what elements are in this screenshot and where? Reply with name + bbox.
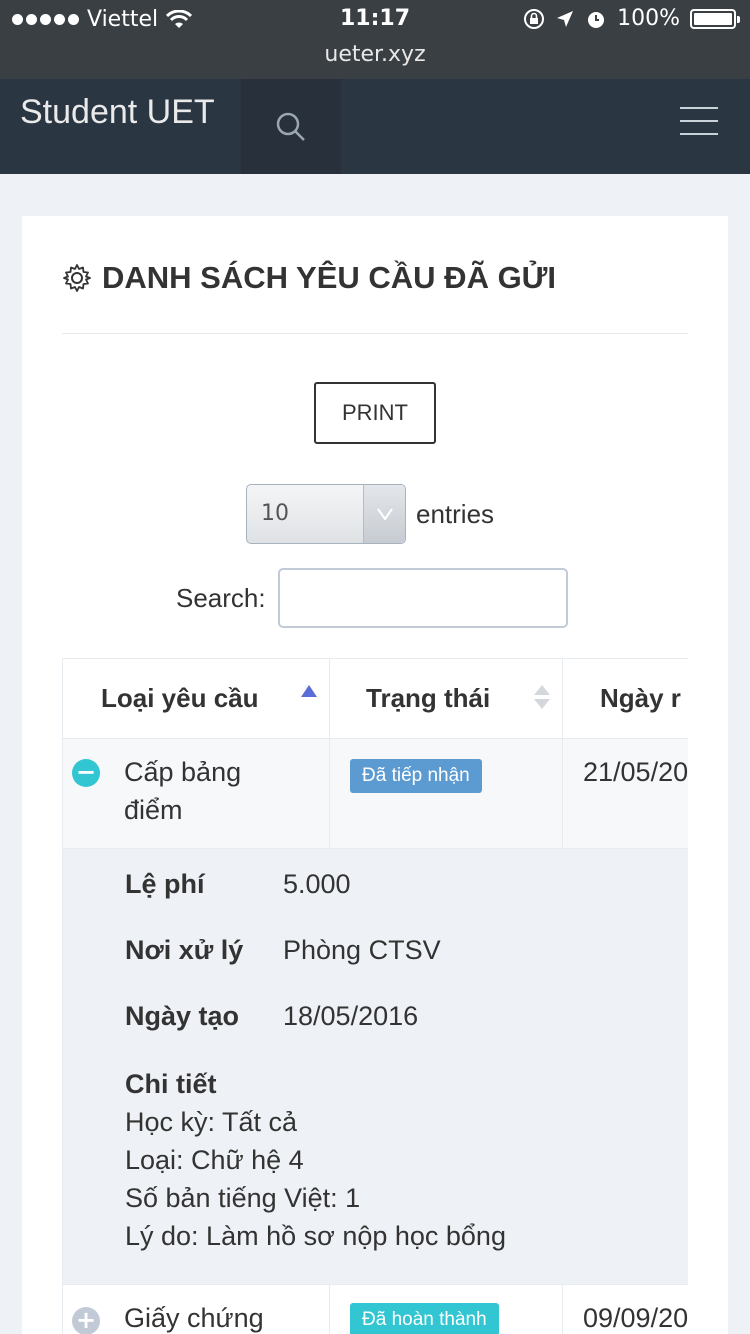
search-toggle-button[interactable] [241,79,341,174]
brand-logo[interactable]: Student UET [20,93,215,132]
detail-description: Chi tiết Học kỳ: Tất cả Loại: Chữ hệ 4 S… [125,1065,506,1255]
card-title: DANH SÁCH YÊU CẦU ĐÃ GỬI [62,260,556,296]
request-date: 21/05/20 [583,757,688,787]
entries-control: 10 entries [246,484,494,544]
search-icon [276,112,305,141]
cell-status: Đã hoàn thành [330,1285,563,1334]
cell-date: 09/09/20 [563,1285,688,1334]
table-row[interactable]: + Giấy chứng Đã hoàn thành 09/09/20 [63,1285,688,1334]
column-header-date[interactable]: Ngày r [563,659,688,739]
request-type-line: Giấy chứng [124,1303,264,1333]
requests-card: DANH SÁCH YÊU CẦU ĐÃ GỬI PRINT 10 entrie… [22,216,728,1334]
detail-label: Lệ phí [125,869,205,899]
detail-value: 5.000 [283,869,351,899]
card-title-text: DANH SÁCH YÊU CẦU ĐÃ GỬI [102,260,557,295]
request-type-line: điểm [124,795,183,825]
status-badge: Đã tiếp nhận [350,759,482,793]
request-date: 09/09/20 [583,1303,688,1333]
top-navbar: Student UET [0,79,750,174]
sort-icon [534,685,550,709]
gear-icon [63,264,91,292]
sort-ascending-icon [301,685,317,697]
column-header-label: Loại yêu cầu [101,683,259,713]
detail-value: 18/05/2016 [283,1001,419,1031]
detail-line: Loại: Chữ hệ 4 [125,1145,304,1175]
request-type-line: Cấp bảng [124,757,242,787]
column-header-label: Trạng thái [366,683,491,713]
column-header-label: Ngày r [600,683,681,713]
chevron-down-icon [363,485,405,543]
table-row[interactable]: − Cấp bảng điểm Đã tiếp nhận 21/05/20 [63,739,688,849]
battery-percent: 100% [617,6,680,31]
page-length-value: 10 [261,501,289,526]
detail-label: Ngày tạo [125,1001,240,1031]
detail-fee: Lệ phí 5.000 [125,869,351,900]
detail-created: Ngày tạo 18/05/2016 [125,1001,418,1032]
title-divider [62,333,688,334]
cell-date: 21/05/20 [563,739,688,849]
detail-line: Số bản tiếng Việt: 1 [125,1183,361,1213]
detail-line: Học kỳ: Tất cả [125,1107,298,1137]
page-length-select[interactable]: 10 [246,484,406,544]
status-right: 100% [523,6,740,31]
cell-type: + Giấy chứng [63,1285,330,1334]
column-header-type[interactable]: Loại yêu cầu [63,659,330,739]
hamburger-menu-icon[interactable] [680,107,718,135]
search-input[interactable] [277,568,568,628]
status-bar: Viettel 11:17 100% [0,0,750,40]
detail-value: Phòng CTSV [283,935,441,965]
battery-icon [690,8,740,29]
detail-line: Lý do: Làm hồ sơ nộp học bổng [125,1221,506,1251]
collapse-icon[interactable]: − [72,759,100,787]
requests-table: Loại yêu cầu Trạng thái Ngày r − Cấp bản… [62,658,688,1334]
detail-label: Nơi xử lý [125,935,244,965]
detail-place: Nơi xử lý Phòng CTSV [125,935,441,966]
url-bar[interactable]: ueter.xyz [0,40,750,79]
table-search: Search: [176,568,568,628]
search-label: Search: [176,582,266,613]
entries-label: entries [416,498,495,529]
status-badge: Đã hoàn thành [350,1303,499,1334]
expand-icon[interactable]: + [72,1307,100,1334]
rotation-lock-icon [524,8,545,29]
print-button[interactable]: PRINT [314,382,436,444]
detail-label: Chi tiết [125,1069,217,1099]
alarm-icon [588,11,605,28]
location-icon [557,10,574,27]
row-detail-panel: Lệ phí 5.000 Nơi xử lý Phòng CTSV Ngày t… [63,849,688,1285]
cell-type: − Cấp bảng điểm [63,739,330,849]
column-header-status[interactable]: Trạng thái [330,659,563,739]
cell-status: Đã tiếp nhận [330,739,563,849]
